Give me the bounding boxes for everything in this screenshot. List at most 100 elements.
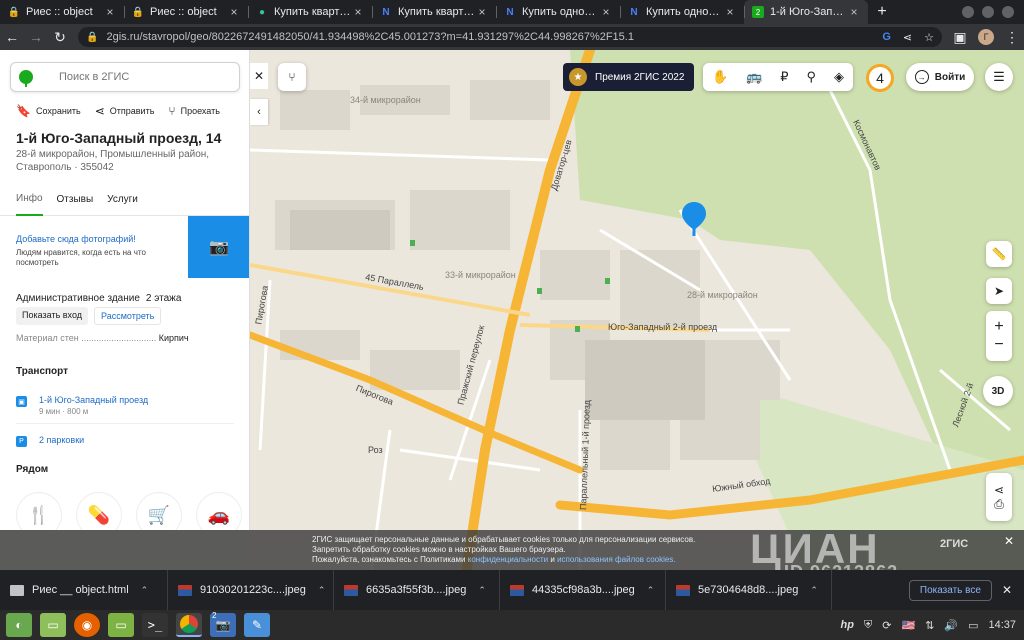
browser-tab-2[interactable]: 🔒 Риес :: object × <box>124 0 248 24</box>
close-window-button[interactable] <box>1002 6 1014 18</box>
close-tab-icon[interactable]: × <box>352 5 364 19</box>
parking-link[interactable]: 2 парковки <box>39 435 84 445</box>
route-button[interactable]: ⑂ <box>278 63 306 91</box>
chevron-up-icon[interactable]: ⌃ <box>478 585 486 596</box>
download-item[interactable]: Риес __ object.html ⌃ <box>0 570 168 610</box>
stop-name-link[interactable]: 1-й Юго-Западный проезд <box>39 395 148 405</box>
reload-icon[interactable]: ↻ <box>48 25 72 49</box>
bus-icon[interactable]: 🚌 <box>746 69 762 85</box>
maximize-button[interactable] <box>982 6 994 18</box>
premium-banner[interactable]: ★ Премия 2ГИС 2022 <box>563 63 695 91</box>
close-tab-icon[interactable]: × <box>476 5 488 19</box>
browser-tab-6[interactable]: N Купить одноком × <box>620 0 744 24</box>
close-tab-icon[interactable]: × <box>600 5 612 19</box>
start-menu-icon[interactable]: ◐ <box>6 613 32 637</box>
download-item[interactable]: 44335cf98a3b....jpeg ⌃ <box>500 570 666 610</box>
examine-button[interactable]: Рассмотреть <box>94 307 162 325</box>
text-editor-icon[interactable]: ✎ <box>244 613 270 637</box>
screenshot-icon[interactable]: 2 📷 <box>210 611 236 637</box>
layers-icon[interactable]: ◈ <box>834 69 844 85</box>
address-bar[interactable]: 🔒 2gis.ru/stavropol/geo/8022672491482050… <box>78 27 942 47</box>
url-text[interactable]: 2gis.ru/stavropol/geo/8022672491482050/4… <box>106 31 882 43</box>
save-button[interactable]: 🔖 Сохранить <box>16 104 81 118</box>
chevron-up-icon[interactable]: ⌃ <box>141 585 149 596</box>
login-button[interactable]: → Войти <box>906 63 974 91</box>
download-item[interactable]: 91030201223c....jpeg ⌃ <box>168 570 334 610</box>
chevron-up-icon[interactable]: ⌃ <box>647 585 655 596</box>
tab-services[interactable]: Услуги <box>107 184 138 216</box>
show-all-downloads-button[interactable]: Показать все <box>908 579 992 601</box>
download-item[interactable]: 5e7304648d8....jpeg ⌃ <box>666 570 832 610</box>
browser-tab-4[interactable]: N Купить квартиру × <box>372 0 496 24</box>
share-icon[interactable]: ⋖ <box>994 483 1004 497</box>
tab-reviews[interactable]: Отзывы <box>57 184 94 216</box>
search-box[interactable] <box>10 62 240 92</box>
folder-icon[interactable]: ▭ <box>108 613 134 637</box>
add-photo-link[interactable]: Добавьте сюда фотографий! <box>16 234 176 244</box>
send-button[interactable]: ⋖ Отправить <box>95 104 155 118</box>
browser-tab-3[interactable]: ● Купить квартиру × <box>248 0 372 24</box>
volume-icon[interactable]: 🔊 <box>944 619 958 632</box>
map-canvas[interactable] <box>250 50 1024 580</box>
ruler-icon[interactable]: 📏 <box>986 241 1012 267</box>
hp-icon[interactable]: hp <box>841 619 854 631</box>
google-icon[interactable]: G <box>882 31 891 44</box>
search-input[interactable] <box>59 71 209 83</box>
share-icon[interactable]: ⋖ <box>903 31 912 44</box>
download-item[interactable]: 6635a3f55f3b....jpeg ⌃ <box>334 570 500 610</box>
hamburger-menu-icon[interactable]: ☰ <box>985 63 1013 91</box>
back-arrow-icon[interactable]: ← <box>0 25 24 49</box>
transport-stop[interactable]: ▣ 1-й Юго-Западный проезд 9 мин · 800 м <box>16 394 234 424</box>
food-icon[interactable]: 🍴 <box>16 492 62 530</box>
browser-tab-active[interactable]: 21-й Юго-Западный× <box>744 0 868 24</box>
minimize-button[interactable] <box>962 6 974 18</box>
ruble-icon[interactable]: ₽ <box>780 69 788 85</box>
firefox-icon[interactable]: ◉ <box>74 613 100 637</box>
lock-icon[interactable]: 🔒 <box>86 32 98 43</box>
browser-tab-1[interactable]: 🔒 Риес :: object × <box>0 0 124 24</box>
traffic-icon[interactable]: ⚲ <box>806 69 816 85</box>
network-icon[interactable]: ⇅ <box>925 619 934 632</box>
zoom-out-button[interactable]: − <box>994 336 1003 354</box>
privacy-policy-link[interactable]: конфиденциальности <box>468 555 548 564</box>
grocery-icon[interactable]: 🛒 <box>136 492 182 530</box>
chevron-up-icon[interactable]: ⌃ <box>810 585 818 596</box>
close-tab-icon[interactable]: × <box>848 5 860 19</box>
cookie-policy-link[interactable]: использования файлов cookies. <box>557 555 676 564</box>
3d-toggle-button[interactable]: 3D <box>983 376 1013 406</box>
collapse-panel-chevron-icon[interactable]: ‹ <box>250 99 268 125</box>
show-entrance-button[interactable]: Показать вход <box>16 307 88 325</box>
map-view[interactable]: 34-й микрорайон 33-й микрорайон 28-й мик… <box>250 50 1024 580</box>
route-button[interactable]: ⑂ Проехать <box>168 104 220 118</box>
clock[interactable]: 14:37 <box>988 619 1016 631</box>
battery-icon[interactable]: ▭ <box>968 619 978 632</box>
update-icon[interactable]: ⟳ <box>882 619 891 632</box>
chevron-up-icon[interactable]: ⌃ <box>318 585 326 596</box>
more-menu-icon[interactable]: ⋮ <box>1000 25 1024 49</box>
cookie-close-icon[interactable]: ✕ <box>1004 534 1014 548</box>
browser-tab-5[interactable]: N Купить одноком × <box>496 0 620 24</box>
files-icon[interactable]: ▭ <box>40 613 66 637</box>
close-tab-icon[interactable]: × <box>104 5 116 19</box>
tab-info[interactable]: Инфо <box>16 184 43 216</box>
shield-icon[interactable]: ⛨ <box>864 619 872 632</box>
new-tab-button[interactable]: + <box>868 0 896 24</box>
keyboard-layout-icon[interactable]: 🇺🇸 <box>901 619 915 632</box>
close-panel-icon[interactable]: ✕ <box>250 63 268 89</box>
zoom-in-button[interactable]: + <box>994 318 1003 336</box>
hand-icon[interactable]: ✋ <box>712 69 728 85</box>
terminal-icon[interactable]: >_ <box>142 613 168 637</box>
locate-me-icon[interactable]: ➤ <box>986 278 1012 304</box>
chrome-icon[interactable] <box>176 613 202 637</box>
close-downloads-icon[interactable]: ✕ <box>1002 583 1012 597</box>
print-icon[interactable]: ⎙ <box>994 497 1004 512</box>
close-tab-icon[interactable]: × <box>228 5 240 19</box>
close-tab-icon[interactable]: × <box>724 5 736 19</box>
weather-badge[interactable]: 4 <box>866 64 894 92</box>
car-service-icon[interactable]: 🚗 <box>196 492 242 530</box>
forward-arrow-icon[interactable]: → <box>24 25 48 49</box>
bookmark-star-icon[interactable]: ☆ <box>924 31 934 44</box>
pharmacy-icon[interactable]: 💊 <box>76 492 122 530</box>
add-photo-button[interactable]: 📷 <box>188 216 249 278</box>
side-panel-icon[interactable]: ▣ <box>948 25 972 49</box>
